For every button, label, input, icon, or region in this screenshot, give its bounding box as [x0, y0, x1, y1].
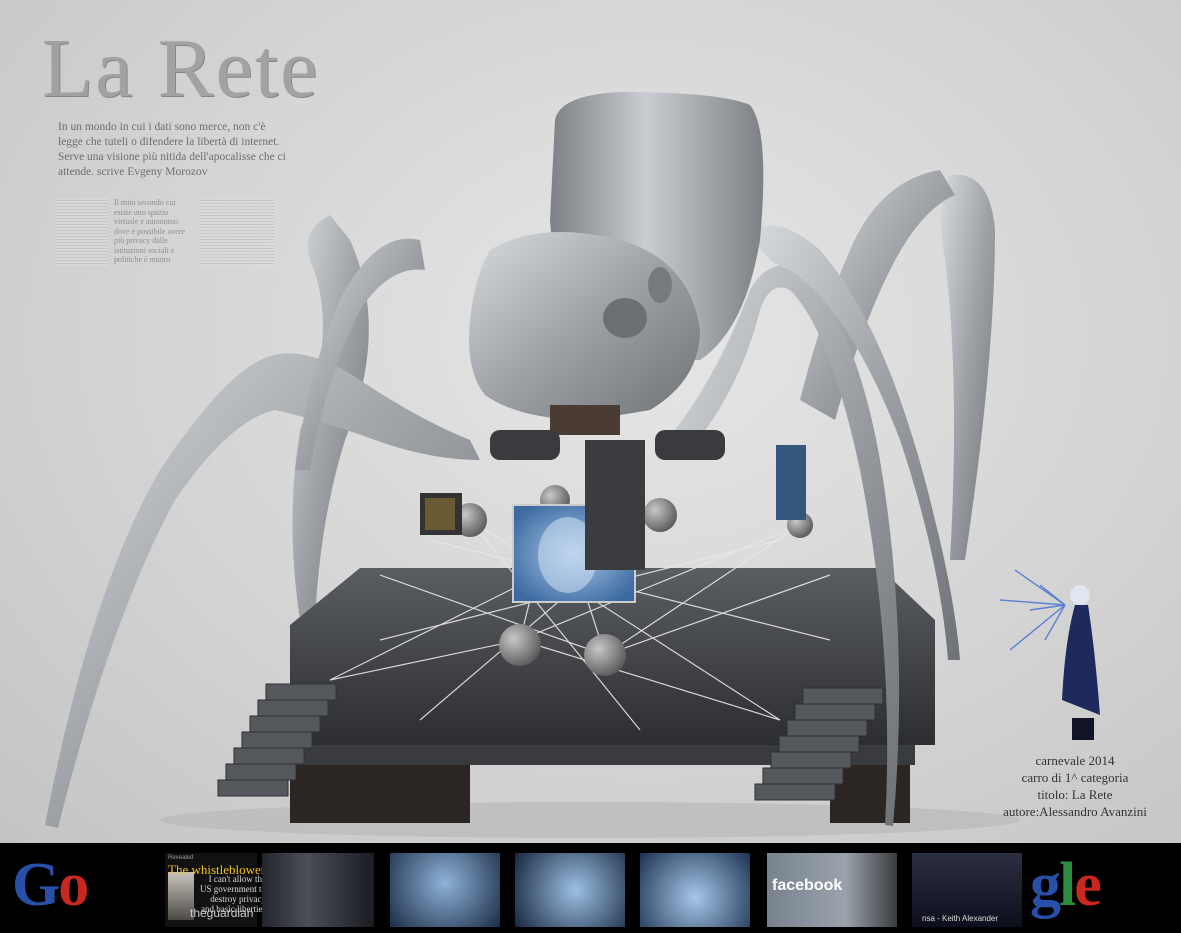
- poster-caption: carnevale 2014 carro di 1^ categoria tit…: [985, 752, 1165, 820]
- float-detail-thumb: [515, 853, 625, 927]
- spider-float-illustration: [45, 92, 1100, 838]
- google-logo-left: Go: [12, 850, 89, 921]
- spider-leg: [941, 174, 995, 560]
- police-photo-thumb: [262, 853, 374, 927]
- google-g: G: [12, 851, 60, 919]
- caption-line: autore:Alessandro Avanzini: [1003, 804, 1147, 819]
- caption-line: titolo: La Rete: [1037, 787, 1113, 802]
- nsa-caption: nsa - Keith Alexander: [922, 914, 999, 923]
- google-logo-right: gle: [1030, 851, 1102, 919]
- facebook-logo: facebook: [772, 877, 843, 894]
- masked-figure: [999, 569, 1100, 740]
- google-o: o: [58, 851, 89, 919]
- float-detail-thumb: [390, 853, 500, 927]
- guardian-logo: theguardian: [190, 906, 254, 920]
- caption-line: carro di 1^ categoria: [1021, 770, 1129, 785]
- float-detail-thumb: [640, 853, 750, 927]
- poster-photo: La Rete In un mondo in cui i dati sono m…: [0, 0, 1181, 843]
- caption-line: carnevale 2014: [1035, 753, 1115, 768]
- whistleblower-kicker: Revealed: [168, 855, 194, 861]
